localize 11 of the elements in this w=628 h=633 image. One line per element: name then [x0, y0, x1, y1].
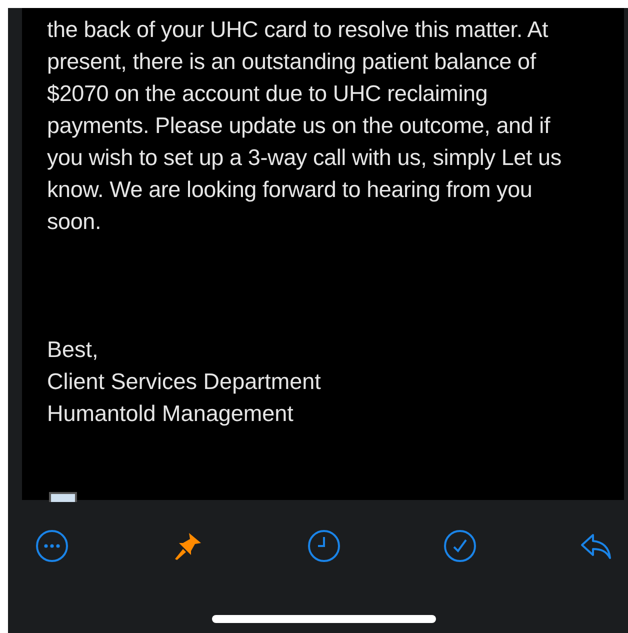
signature-line: Best,	[47, 336, 98, 364]
done-button[interactable]	[442, 528, 478, 564]
clock-icon	[307, 529, 341, 563]
checkmark-icon	[443, 529, 477, 563]
message-paragraph: the back of your UHC card to resolve this matter. At present, there is an outstanding patient balance of $2070 on the account due to UHC reclaiming payments. Please update us on the outcome, and if you wish to set up a 3-way call with us, simply Let us know. We are looking forward to hearing from you soon.	[47, 16, 562, 236]
signature-line: Client Services Department	[47, 368, 321, 396]
signature-line: Humantold Management	[47, 400, 294, 428]
more-icon	[35, 529, 69, 563]
more-button[interactable]	[34, 528, 70, 564]
attachment-icon	[49, 492, 77, 502]
remind-button[interactable]	[306, 528, 342, 564]
